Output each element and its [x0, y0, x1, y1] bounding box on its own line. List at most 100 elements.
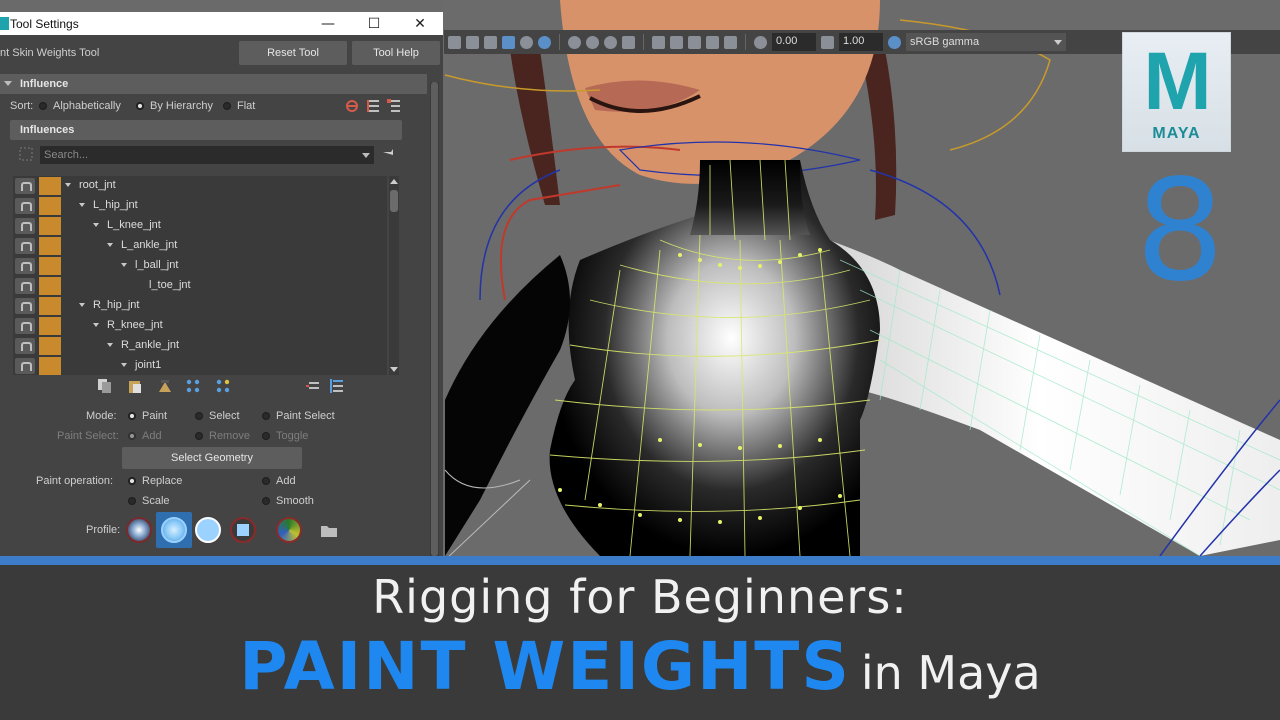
expand-arrow-icon[interactable] — [93, 223, 99, 227]
scroll-up-icon[interactable] — [390, 179, 398, 184]
square-brush-icon[interactable] — [230, 517, 256, 543]
influence-row[interactable]: R_hip_jnt — [13, 296, 387, 316]
lock-icon[interactable] — [15, 338, 35, 354]
mode-paint-radio[interactable]: Paint — [128, 410, 167, 422]
minimize-icon[interactable]: — — [305, 12, 351, 35]
expand-arrow-icon[interactable] — [65, 183, 71, 187]
paint-select-remove-radio[interactable]: Remove — [195, 430, 250, 442]
wireframe-icon[interactable] — [466, 35, 479, 49]
gamma-field[interactable]: 1.00 — [839, 33, 883, 51]
operation-replace-radio[interactable]: Replace — [128, 475, 182, 487]
lock-icon[interactable] — [15, 218, 35, 234]
camera-attributes-icon[interactable] — [448, 35, 461, 49]
expand-arrow-icon[interactable] — [93, 323, 99, 327]
motion-blur-icon[interactable] — [586, 35, 599, 49]
scroll-thumb[interactable] — [431, 82, 438, 556]
expand-arrow-icon[interactable] — [121, 363, 127, 367]
image-brush-icon[interactable] — [276, 517, 302, 543]
joint-color-swatch[interactable] — [39, 297, 61, 315]
expand-arrow-icon[interactable] — [107, 243, 113, 247]
gate-mask-icon[interactable] — [706, 35, 719, 49]
scroll-thumb[interactable] — [390, 190, 398, 212]
influence-row[interactable]: L_knee_jnt — [13, 216, 387, 236]
lock-icon[interactable] — [15, 238, 35, 254]
expand-arrow-icon[interactable] — [79, 203, 85, 207]
expand-arrow-icon[interactable] — [121, 263, 127, 267]
paste-weights-icon[interactable] — [127, 378, 143, 394]
operation-smooth-radio[interactable]: Smooth — [262, 495, 314, 507]
sort-hierarchy-radio[interactable]: By Hierarchy — [136, 100, 213, 112]
close-icon[interactable]: ✕ — [397, 12, 443, 35]
joint-color-swatch[interactable] — [39, 357, 61, 375]
mode-paint-select-radio[interactable]: Paint Select — [262, 410, 335, 422]
collapse-all-icon[interactable] — [305, 378, 321, 394]
resolution-gate-icon[interactable] — [688, 35, 701, 49]
influence-row[interactable]: R_knee_jnt — [13, 316, 387, 336]
influence-row[interactable]: L_hip_jnt — [13, 196, 387, 216]
influence-row[interactable]: joint1 — [13, 356, 387, 375]
influence-row[interactable]: l_ball_jnt — [13, 256, 387, 276]
joint-color-swatch[interactable] — [39, 317, 61, 335]
lock-icon[interactable] — [15, 258, 35, 274]
lock-icon[interactable] — [15, 178, 35, 194]
copy-weights-icon[interactable] — [97, 378, 113, 394]
joint-color-swatch[interactable] — [39, 217, 61, 235]
exposure-icon[interactable] — [754, 35, 767, 49]
sort-alphabetically-radio[interactable]: Alphabetically — [39, 100, 121, 112]
xray-icon[interactable] — [502, 35, 515, 49]
influence-row[interactable]: l_toe_jnt — [13, 276, 387, 296]
panel-scrollbar[interactable] — [430, 82, 439, 556]
sort-filter-icon[interactable] — [344, 98, 360, 114]
reset-tool-button[interactable]: Reset Tool — [239, 41, 347, 65]
lock-icon[interactable] — [15, 298, 35, 314]
influence-row[interactable]: root_jnt — [13, 176, 387, 196]
isolate-select-icon[interactable] — [622, 35, 635, 49]
weight-hammer-icon[interactable] — [157, 378, 173, 394]
maximize-icon[interactable]: ☐ — [351, 12, 397, 35]
paint-select-toggle-radio[interactable]: Toggle — [262, 430, 308, 442]
lock-icon[interactable] — [15, 318, 35, 334]
lights-icon[interactable] — [520, 35, 533, 49]
gamma-icon[interactable] — [821, 35, 834, 49]
influence-section-header[interactable]: Influence — [0, 74, 427, 94]
operation-scale-radio[interactable]: Scale — [128, 495, 170, 507]
joint-color-swatch[interactable] — [39, 277, 61, 295]
color-space-dropdown[interactable]: sRGB gamma — [906, 33, 1066, 51]
shadows-icon[interactable] — [538, 35, 551, 49]
influence-row[interactable]: R_ankle_jnt — [13, 336, 387, 356]
expand-arrow-icon[interactable] — [107, 343, 113, 347]
gaussian-brush-icon[interactable] — [126, 517, 152, 543]
joint-color-swatch[interactable] — [39, 257, 61, 275]
influence-list[interactable]: root_jnt L_hip_jnt L_knee_jnt L_ankle_jnt l_… — [13, 176, 387, 375]
scroll-down-icon[interactable] — [390, 367, 398, 372]
folder-icon[interactable] — [320, 524, 338, 538]
lock-icon[interactable] — [15, 278, 35, 294]
operation-add-radio[interactable]: Add — [262, 475, 296, 487]
expand-all-icon[interactable] — [329, 378, 345, 394]
influences-subheader[interactable]: Influences — [10, 120, 402, 140]
window-titlebar[interactable]: Tool Settings — ☐ ✕ — [0, 12, 443, 35]
joint-color-swatch[interactable] — [39, 337, 61, 355]
film-gate-icon[interactable] — [670, 35, 683, 49]
lock-icon[interactable] — [15, 198, 35, 214]
color-management-icon[interactable] — [888, 35, 901, 49]
pin-icon[interactable] — [380, 144, 396, 160]
mode-select-radio[interactable]: Select — [195, 410, 240, 422]
exposure-field[interactable]: 0.00 — [772, 33, 816, 51]
paint-select-add-radio[interactable]: Add — [128, 430, 162, 442]
select-geometry-button[interactable]: Select Geometry — [122, 447, 302, 469]
soft-brush-icon[interactable] — [161, 517, 187, 543]
smooth-shade-icon[interactable] — [484, 35, 497, 49]
list-icon[interactable] — [366, 98, 382, 114]
sort-flat-radio[interactable]: Flat — [223, 100, 255, 112]
select-influence-icon[interactable] — [18, 146, 34, 162]
expand-arrow-icon[interactable] — [79, 303, 85, 307]
antialias-icon[interactable] — [604, 35, 617, 49]
show-influences-icon[interactable] — [215, 378, 231, 394]
influence-row[interactable]: L_ankle_jnt — [13, 236, 387, 256]
influence-search-input[interactable]: Search... — [40, 146, 374, 164]
select-camera-icon[interactable] — [652, 35, 665, 49]
move-weights-icon[interactable] — [185, 378, 201, 394]
joint-color-swatch[interactable] — [39, 177, 61, 195]
joint-color-swatch[interactable] — [39, 237, 61, 255]
